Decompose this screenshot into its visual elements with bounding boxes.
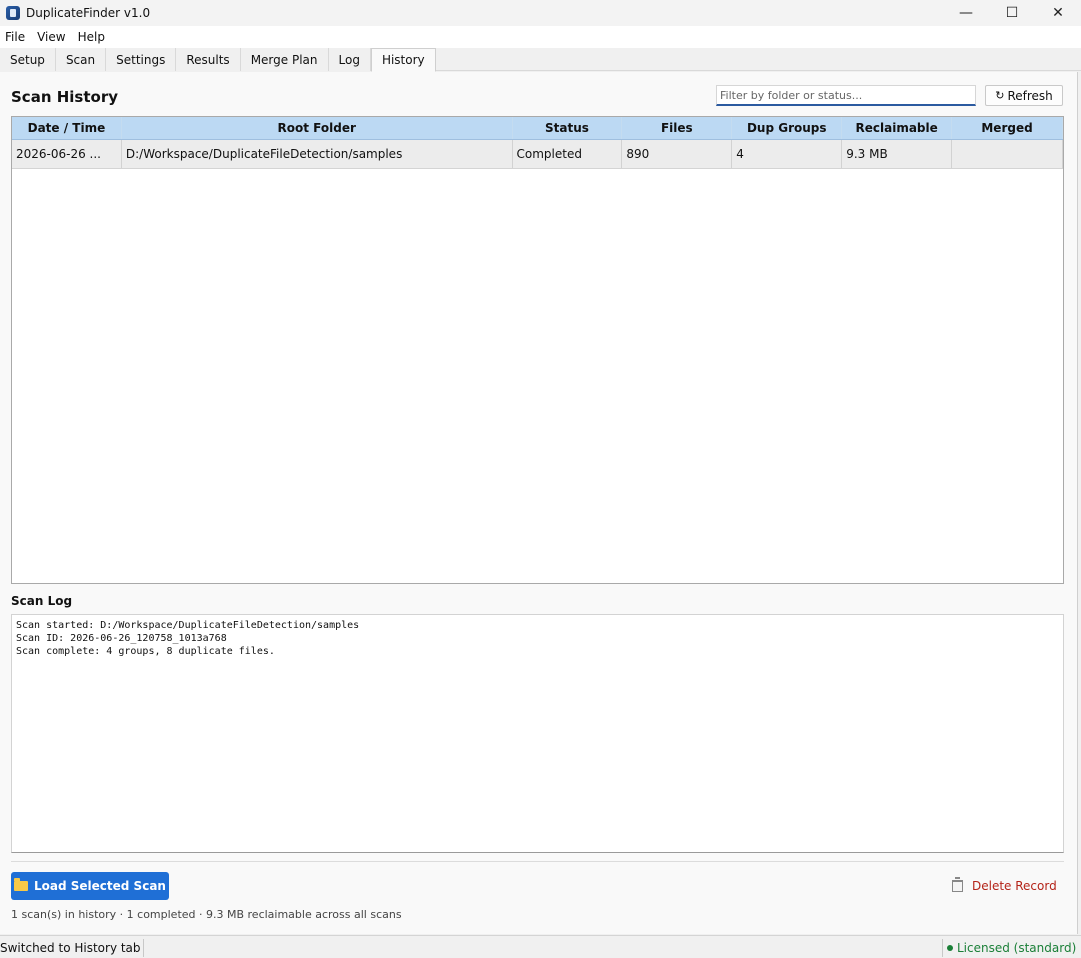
log-line: Scan ID: 2026-06-26_120758_1013a768 [16, 633, 227, 644]
page-title: Scan History [11, 88, 118, 106]
window-title: DuplicateFinder v1.0 [26, 6, 151, 20]
maximize-button[interactable]: ☐ [989, 0, 1035, 26]
menu-bar: File View Help [0, 26, 1081, 48]
column-header-dup-groups[interactable]: Dup Groups [732, 117, 843, 139]
folder-icon [14, 878, 29, 891]
tab-log[interactable]: Log [328, 48, 371, 71]
column-header-root-folder[interactable]: Root Folder [122, 117, 513, 139]
log-line: Scan complete: 4 groups, 8 duplicate fil… [16, 646, 275, 657]
menu-file[interactable]: File [5, 28, 25, 46]
tab-setup[interactable]: Setup [0, 48, 56, 71]
history-summary: 1 scan(s) in history · 1 completed · 9.3… [11, 908, 402, 921]
cell-date: 2026-06-26 ... [12, 140, 122, 168]
scan-log-output[interactable]: Scan started: D:/Workspace/DuplicateFile… [11, 614, 1064, 853]
table-header: Date / Time Root Folder Status Files Dup… [12, 117, 1063, 140]
tab-bar: Setup Scan Settings Results Merge Plan L… [0, 48, 1081, 72]
delete-record-label: Delete Record [972, 879, 1057, 893]
title-bar: DuplicateFinder v1.0 — ☐ ✕ [0, 0, 1081, 26]
refresh-button[interactable]: ↻ Refresh [985, 85, 1063, 106]
status-bar: Switched to History tab Licensed (standa… [0, 935, 1081, 958]
refresh-label: Refresh [1007, 88, 1053, 103]
app-icon [6, 6, 20, 20]
cell-reclaimable: 9.3 MB [842, 140, 953, 168]
history-table[interactable]: Date / Time Root Folder Status Files Dup… [11, 116, 1064, 584]
table-row[interactable]: 2026-06-26 ... D:/Workspace/DuplicateFil… [12, 140, 1063, 169]
load-selected-scan-label: Load Selected Scan [34, 879, 166, 893]
cell-merged [952, 140, 1063, 168]
refresh-icon: ↻ [995, 89, 1005, 102]
status-dot-icon [947, 945, 953, 951]
cell-dup-groups: 4 [732, 140, 843, 168]
scan-log-label: Scan Log [11, 594, 73, 608]
close-button[interactable]: ✕ [1035, 0, 1081, 26]
column-header-date[interactable]: Date / Time [12, 117, 122, 139]
column-header-reclaimable[interactable]: Reclaimable [842, 117, 953, 139]
trash-icon [952, 877, 963, 892]
window-controls: — ☐ ✕ [943, 0, 1081, 26]
tab-results[interactable]: Results [176, 48, 241, 71]
column-header-merged[interactable]: Merged [952, 117, 1063, 139]
license-status: Licensed (standard) [942, 939, 1076, 957]
tab-scan[interactable]: Scan [55, 48, 107, 71]
menu-help[interactable]: Help [78, 28, 105, 46]
license-label: Licensed (standard) [957, 941, 1077, 955]
status-message: Switched to History tab [0, 939, 144, 957]
filter-input[interactable] [716, 85, 976, 106]
divider [11, 861, 1064, 862]
delete-record-button[interactable]: Delete Record [952, 877, 1057, 895]
column-header-status[interactable]: Status [513, 117, 623, 139]
tab-merge-plan[interactable]: Merge Plan [240, 48, 329, 71]
tab-settings[interactable]: Settings [106, 48, 177, 71]
cell-status: Completed [513, 140, 623, 168]
cell-files: 890 [622, 140, 733, 168]
minimize-button[interactable]: — [943, 0, 989, 26]
log-line: Scan started: D:/Workspace/DuplicateFile… [16, 620, 360, 631]
load-selected-scan-button[interactable]: Load Selected Scan [11, 872, 169, 900]
tab-history[interactable]: History [370, 48, 436, 72]
column-header-files[interactable]: Files [622, 117, 733, 139]
menu-view[interactable]: View [37, 28, 65, 46]
history-panel: Scan History ↻ Refresh Date / Time Root … [0, 72, 1078, 934]
cell-root-folder: D:/Workspace/DuplicateFileDetection/samp… [122, 140, 513, 168]
